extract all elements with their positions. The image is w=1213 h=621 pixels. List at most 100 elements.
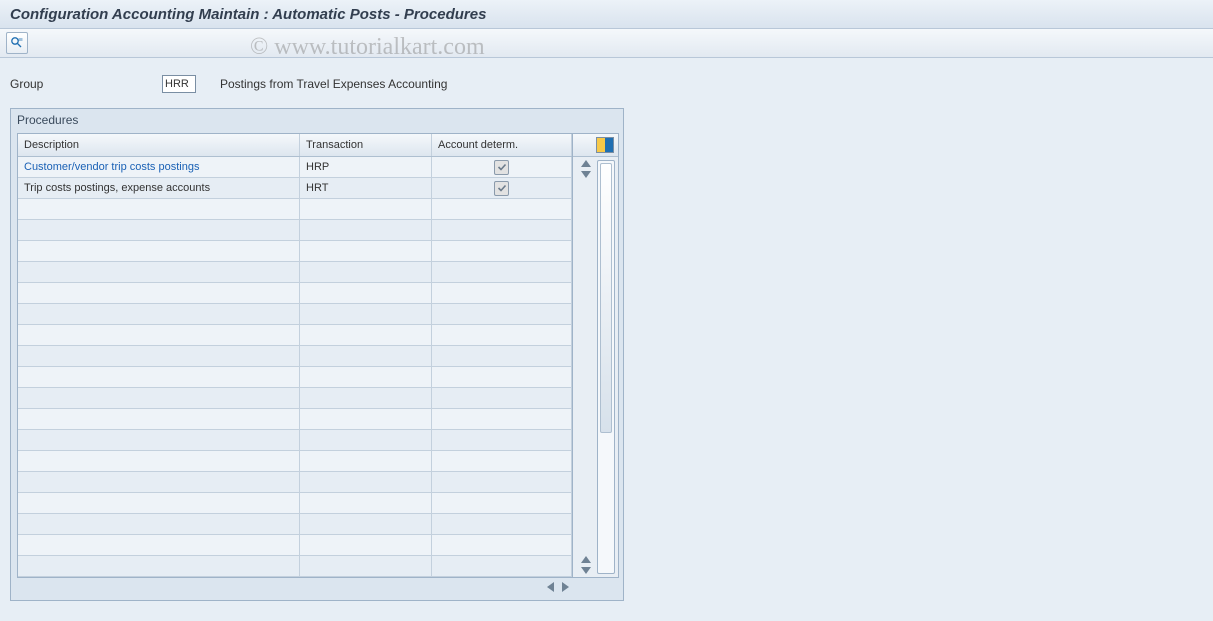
cell-empty <box>432 220 572 240</box>
cell-empty <box>432 430 572 450</box>
table-row-empty[interactable] <box>18 514 572 535</box>
cell-empty <box>300 220 432 240</box>
table-row-empty[interactable] <box>18 262 572 283</box>
table-row[interactable]: Customer/vendor trip costs postingsHRP <box>18 157 572 178</box>
grid-horizontal-scroll <box>19 580 571 594</box>
cell-empty <box>432 199 572 219</box>
table-row-empty[interactable] <box>18 241 572 262</box>
cell-empty <box>18 199 300 219</box>
table-settings-button[interactable] <box>573 134 618 157</box>
table-row-empty[interactable] <box>18 325 572 346</box>
cell-empty <box>432 535 572 555</box>
group-label: Group <box>10 77 162 91</box>
table-row-empty[interactable] <box>18 220 572 241</box>
cell-empty <box>18 514 300 534</box>
window-title: Configuration Accounting Maintain : Auto… <box>10 6 486 23</box>
cell-empty <box>18 262 300 282</box>
table-row-empty[interactable] <box>18 430 572 451</box>
table-row-empty[interactable] <box>18 451 572 472</box>
cell-empty <box>300 556 432 576</box>
table-row-empty[interactable] <box>18 304 572 325</box>
cell-empty <box>18 493 300 513</box>
cell-empty <box>432 241 572 261</box>
cell-empty <box>432 556 572 576</box>
cell-empty <box>300 304 432 324</box>
checkbox-readonly <box>494 181 509 196</box>
procedures-panel: Procedures Description Transaction Accou… <box>10 108 624 601</box>
cell-empty <box>18 241 300 261</box>
table-row-empty[interactable] <box>18 535 572 556</box>
scroll-line-up-bottom-icon[interactable] <box>581 556 591 563</box>
group-input[interactable] <box>162 75 196 93</box>
scroll-line-down-icon[interactable] <box>581 567 591 574</box>
cell-empty <box>18 304 300 324</box>
cell-empty <box>432 262 572 282</box>
procedures-panel-title: Procedures <box>11 109 623 133</box>
table-row-empty[interactable] <box>18 493 572 514</box>
cell-empty <box>18 367 300 387</box>
cell-empty <box>18 556 300 576</box>
table-row-empty[interactable] <box>18 283 572 304</box>
column-header-account-determ[interactable]: Account determ. <box>432 134 572 156</box>
cell-empty <box>432 514 572 534</box>
group-description: Postings from Travel Expenses Accounting <box>220 77 447 91</box>
cell-empty <box>300 262 432 282</box>
table-settings-icon <box>596 137 614 153</box>
cell-empty <box>18 451 300 471</box>
vertical-scroll-thumb[interactable] <box>600 163 612 433</box>
table-row[interactable]: Trip costs postings, expense accountsHRT <box>18 178 572 199</box>
cell-description[interactable]: Customer/vendor trip costs postings <box>18 157 300 177</box>
cell-empty <box>18 535 300 555</box>
cell-empty <box>300 283 432 303</box>
cell-empty <box>432 493 572 513</box>
table-row-empty[interactable] <box>18 346 572 367</box>
scroll-right-icon[interactable] <box>562 582 569 592</box>
cell-account-determ <box>432 178 572 198</box>
titlebar: Configuration Accounting Maintain : Auto… <box>0 0 1213 29</box>
scroll-step-arrows <box>579 160 593 574</box>
cell-empty <box>300 346 432 366</box>
content-area: Group Postings from Travel Expenses Acco… <box>0 58 1213 611</box>
table-row-empty[interactable] <box>18 199 572 220</box>
table-row-empty[interactable] <box>18 409 572 430</box>
cell-empty <box>300 409 432 429</box>
cell-empty <box>432 283 572 303</box>
cell-empty <box>300 493 432 513</box>
cell-empty <box>300 325 432 345</box>
table-row-empty[interactable] <box>18 472 572 493</box>
cell-empty <box>300 430 432 450</box>
vertical-scrollbar[interactable] <box>597 160 615 574</box>
cell-empty <box>18 346 300 366</box>
grid-vertical-scroll <box>573 157 618 577</box>
scroll-line-up-icon[interactable] <box>581 160 591 167</box>
cell-empty <box>432 409 572 429</box>
cell-empty <box>300 451 432 471</box>
cell-empty <box>432 304 572 324</box>
table-row-empty[interactable] <box>18 556 572 577</box>
cell-empty <box>18 409 300 429</box>
cell-empty <box>300 241 432 261</box>
column-header-description[interactable]: Description <box>18 134 300 156</box>
cell-empty <box>432 388 572 408</box>
checkbox-readonly <box>494 160 509 175</box>
cell-empty <box>432 325 572 345</box>
cell-empty <box>432 346 572 366</box>
detail-view-button[interactable] <box>6 32 28 54</box>
procedures-grid: Description Transaction Account determ. … <box>17 133 572 578</box>
table-row-empty[interactable] <box>18 367 572 388</box>
cell-account-determ <box>432 157 572 177</box>
column-header-transaction[interactable]: Transaction <box>300 134 432 156</box>
cell-empty <box>300 535 432 555</box>
cell-empty <box>300 388 432 408</box>
app-window: Configuration Accounting Maintain : Auto… <box>0 0 1213 621</box>
cell-empty <box>18 220 300 240</box>
cell-transaction: HRP <box>300 157 432 177</box>
scroll-left-icon[interactable] <box>547 582 554 592</box>
cell-empty <box>18 283 300 303</box>
cell-empty <box>300 514 432 534</box>
cell-empty <box>18 388 300 408</box>
cell-empty <box>300 472 432 492</box>
table-row-empty[interactable] <box>18 388 572 409</box>
scroll-line-down-top-icon[interactable] <box>581 171 591 178</box>
cell-empty <box>300 367 432 387</box>
